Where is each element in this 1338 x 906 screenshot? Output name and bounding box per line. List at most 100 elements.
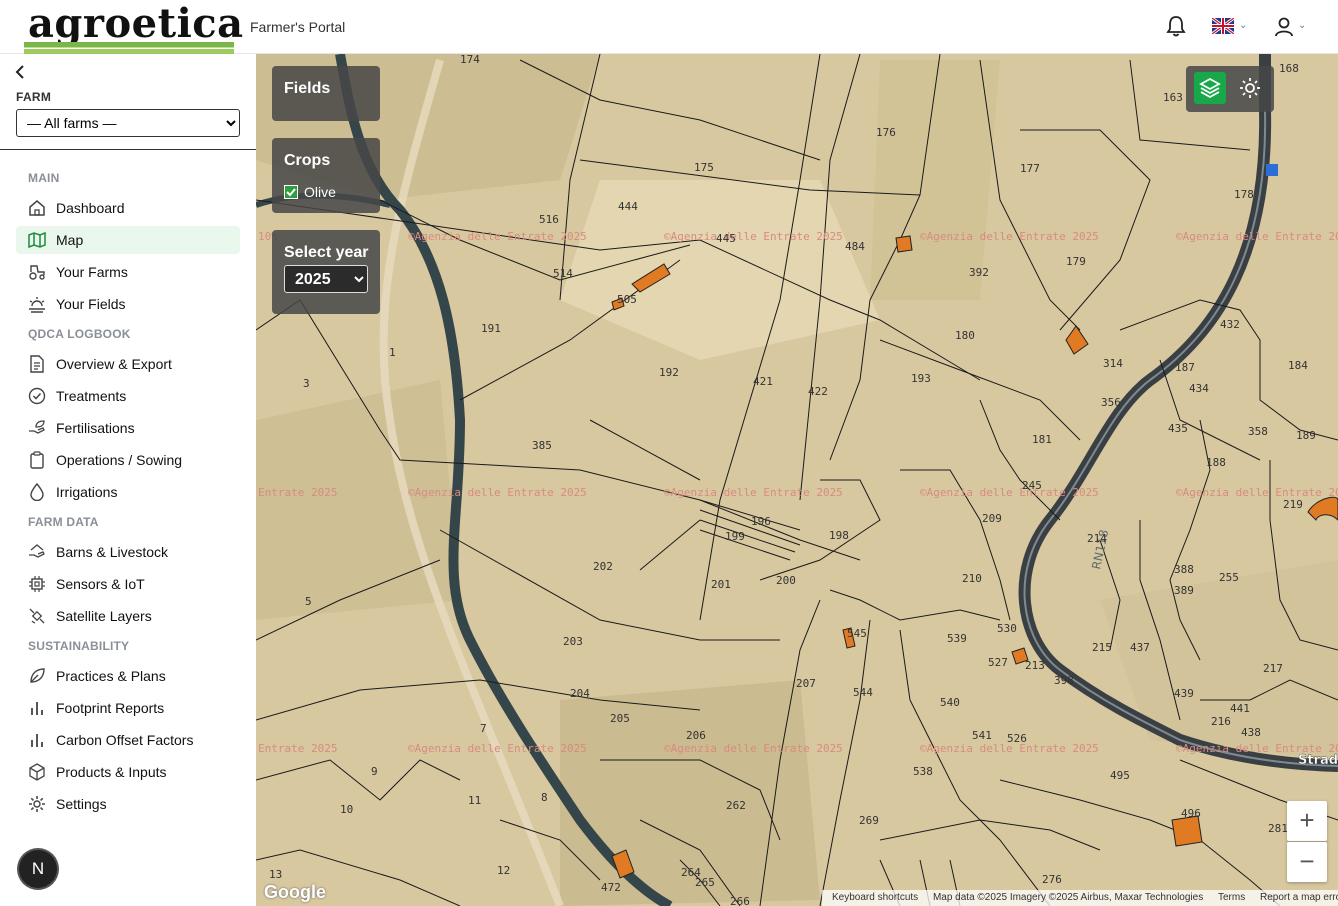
sidebar-item-practices-plans[interactable]: Practices & Plans bbox=[16, 662, 240, 690]
road-shield-icon bbox=[1266, 164, 1278, 176]
sidebar-item-label: Carbon Offset Factors bbox=[56, 732, 194, 748]
parcel-number-184: 184 bbox=[1288, 359, 1308, 372]
parcel-number-434: 434 bbox=[1189, 382, 1209, 395]
map-attribution: Keyboard shortcuts Map data ©2025 Imager… bbox=[822, 890, 1338, 906]
bell-icon[interactable] bbox=[1165, 14, 1187, 43]
parcel-number-514: 514 bbox=[553, 267, 573, 280]
parcel-number-422: 422 bbox=[808, 385, 828, 398]
sidebar-divider bbox=[0, 149, 256, 150]
box-icon bbox=[29, 763, 45, 781]
crops-title: Crops bbox=[284, 152, 331, 169]
watermark-text: ©Agenzia delle Entrate 2025 bbox=[920, 486, 1099, 499]
sidebar-item-label: Fertilisations bbox=[56, 420, 135, 436]
sidebar-item-barns-livestock[interactable]: Barns & Livestock bbox=[16, 538, 240, 566]
parcel-number-527: 527 bbox=[988, 656, 1008, 669]
bar-chart-icon bbox=[31, 734, 43, 747]
parcel-number-269: 269 bbox=[859, 814, 879, 827]
parcel-number-444: 444 bbox=[618, 200, 638, 213]
parcel-number-187: 187 bbox=[1175, 361, 1195, 374]
parcel-number-214: 214 bbox=[1087, 532, 1107, 545]
sidebar-item-footprint-reports[interactable]: Footprint Reports bbox=[16, 694, 240, 722]
parcel-number-472: 472 bbox=[601, 881, 621, 894]
parcel-number-5: 5 bbox=[305, 595, 312, 608]
user-chevron-down-icon[interactable]: ⌄ bbox=[1298, 20, 1306, 31]
parcel-number-206: 206 bbox=[686, 729, 706, 742]
user-icon[interactable] bbox=[1274, 16, 1294, 43]
checkbox-checked-icon[interactable] bbox=[284, 185, 298, 199]
parcel-number-13: 13 bbox=[269, 868, 282, 881]
sidebar-item-operations-sowing[interactable]: Operations / Sowing bbox=[16, 446, 240, 474]
sidebar-item-overview-export[interactable]: Overview & Export bbox=[16, 350, 240, 378]
parcel-number-219: 219 bbox=[1283, 498, 1303, 511]
parcel-number-201: 201 bbox=[711, 578, 731, 591]
avatar[interactable]: N bbox=[19, 850, 57, 888]
parcel-number-432: 432 bbox=[1220, 318, 1240, 331]
parcel-number-200: 200 bbox=[776, 574, 796, 587]
sidebar-item-fertilisations[interactable]: Fertilisations bbox=[16, 414, 240, 442]
chevron-left-icon[interactable] bbox=[10, 62, 30, 82]
zoom-out-button[interactable]: − bbox=[1287, 842, 1327, 882]
sidebar-item-label: Barns & Livestock bbox=[56, 544, 169, 560]
sidebar-item-your-fields[interactable]: Your Fields bbox=[16, 290, 240, 318]
barn-icon bbox=[29, 544, 45, 558]
parcel-number-445: 445 bbox=[716, 232, 736, 245]
sidebar-item-label: Sensors & IoT bbox=[56, 576, 145, 592]
zoom-in-button[interactable]: + bbox=[1287, 801, 1327, 841]
droplet-icon bbox=[30, 483, 44, 501]
parcel-number-388: 388 bbox=[1174, 563, 1194, 576]
parcel-number-385: 385 bbox=[532, 439, 552, 452]
parcel-number-398: 398 bbox=[1054, 674, 1074, 687]
sidebar-item-satellite-layers[interactable]: Satellite Layers bbox=[16, 602, 240, 630]
sidebar-item-your-farms[interactable]: Your Farms bbox=[16, 258, 240, 286]
terms-link[interactable]: Terms bbox=[1218, 892, 1245, 903]
logo-grass-graphic bbox=[24, 42, 234, 54]
sidebar-item-label: Practices & Plans bbox=[56, 668, 166, 684]
keyboard-shortcuts-link[interactable]: Keyboard shortcuts bbox=[832, 892, 918, 903]
sidebar-item-settings[interactable]: Settings bbox=[16, 790, 240, 818]
watermark-text: ©Agenzia delle Entrate 2025 bbox=[1176, 230, 1338, 243]
sidebar-item-label: Satellite Layers bbox=[56, 608, 152, 624]
section-sustainability: SUSTAINABILITY bbox=[28, 639, 130, 653]
sidebar-item-map[interactable]: Map bbox=[16, 226, 240, 254]
parcel-number-539: 539 bbox=[947, 632, 967, 645]
year-select[interactable]: 2025 bbox=[284, 265, 368, 293]
home-icon bbox=[29, 200, 45, 216]
section-main: MAIN bbox=[28, 171, 60, 185]
sidebar-item-products-inputs[interactable]: Products & Inputs bbox=[16, 758, 240, 786]
parcel-number-540: 540 bbox=[940, 696, 960, 709]
watermark-text: ©Agenzia delle Entrate 2025 bbox=[664, 230, 843, 243]
clipboard-icon bbox=[30, 451, 44, 469]
portal-title: Farmer's Portal bbox=[250, 19, 346, 35]
sidebar-item-carbon-offset-factors[interactable]: Carbon Offset Factors bbox=[16, 726, 240, 754]
parcel-number-255: 255 bbox=[1219, 571, 1239, 584]
parcel-number-9: 9 bbox=[371, 765, 378, 778]
sidebar-item-irrigations[interactable]: Irrigations bbox=[16, 478, 240, 506]
fields-panel[interactable]: Fields bbox=[272, 66, 380, 121]
brightness-button[interactable] bbox=[1238, 76, 1262, 100]
language-chevron-down-icon[interactable]: ⌄ bbox=[1239, 20, 1247, 31]
agroetica-logo[interactable]: agroetica bbox=[24, 0, 243, 54]
parcel-number-199: 199 bbox=[725, 530, 745, 543]
report-error-link[interactable]: Report a map error bbox=[1260, 892, 1338, 903]
watermark-text: ©Agenzia delle Entrate 2025 bbox=[920, 230, 1099, 243]
sidebar: FARM — All farms — MAIN Dashboard Map Yo… bbox=[0, 54, 256, 906]
sidebar-item-sensors-iot[interactable]: Sensors & IoT bbox=[16, 570, 240, 598]
crop-filter-olive[interactable]: Olive bbox=[284, 184, 336, 200]
parcel-number-530: 530 bbox=[997, 622, 1017, 635]
farm-select[interactable]: — All farms — bbox=[16, 109, 240, 137]
road-label: Strad bbox=[1298, 753, 1338, 768]
map-canvas[interactable]: 10% ©Agenzia delle Entrate 2025 ©Agenzia… bbox=[256, 54, 1338, 906]
parcel-number-389: 389 bbox=[1174, 584, 1194, 597]
parcel-number-10: 10 bbox=[340, 803, 353, 816]
parcel-number-198: 198 bbox=[829, 529, 849, 542]
watermark-text: ©Agenzia delle Entrate 2025 bbox=[408, 742, 587, 755]
parcel-number-174: 174 bbox=[460, 54, 480, 66]
parcel-number-193: 193 bbox=[911, 372, 931, 385]
sidebar-item-treatments[interactable]: Treatments bbox=[16, 382, 240, 410]
layers-button[interactable] bbox=[1194, 72, 1226, 104]
parcel-number-441: 441 bbox=[1230, 702, 1250, 715]
check-circle-icon bbox=[28, 387, 46, 405]
sidebar-item-dashboard[interactable]: Dashboard bbox=[16, 194, 240, 222]
uk-flag-icon[interactable] bbox=[1211, 16, 1235, 39]
parcel-number-3: 3 bbox=[303, 377, 310, 390]
